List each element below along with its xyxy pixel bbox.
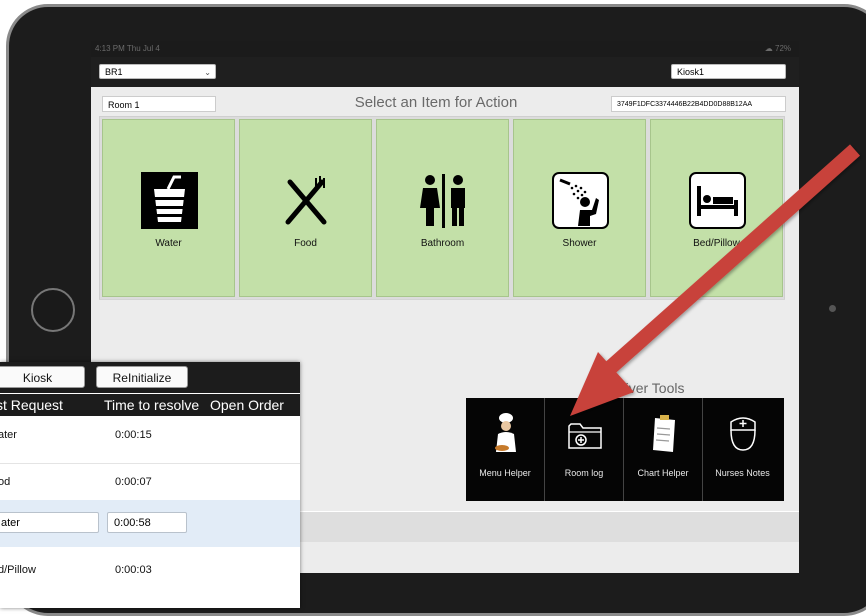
camera-dot [829, 305, 836, 312]
tool-label: Chart Helper [637, 468, 689, 478]
item-tile-water[interactable]: Water [102, 119, 235, 297]
chevron-down-icon: ⌄ [204, 68, 211, 77]
tool-nurses-notes[interactable]: Nurses Notes [703, 398, 782, 501]
room-input[interactable]: Room 1 [102, 96, 216, 112]
area-select[interactable]: BR1 ⌄ [99, 64, 216, 79]
home-button[interactable] [31, 288, 75, 332]
bed-icon [689, 172, 746, 229]
table-row[interactable]: d/Pillow 0:00:03 [0, 550, 300, 597]
column-header-time: Time to resolve [104, 394, 200, 416]
reinitialize-button[interactable]: ReInitialize [96, 366, 188, 388]
top-bar: BR1 ⌄ Kiosk1 [91, 57, 799, 87]
item-label: Shower [562, 238, 597, 249]
row-time: 0:00:15 [115, 429, 152, 441]
item-label: Food [294, 238, 317, 249]
row-time: 0:00:07 [115, 476, 152, 488]
item-label: Bed/Pillow [693, 238, 740, 249]
item-tile-bathroom[interactable]: Bathroom [376, 119, 509, 297]
table-row[interactable]: ater 0:00:15 [0, 416, 300, 463]
row-request-input[interactable]: ater [0, 512, 99, 533]
restroom-icon [420, 174, 465, 228]
item-tile-food[interactable]: Food [239, 119, 372, 297]
tool-chart-helper[interactable]: Chart Helper [624, 398, 703, 501]
item-label: Water [155, 238, 182, 249]
row-request: od [0, 476, 11, 488]
row-request: d/Pillow [0, 564, 36, 576]
request-panel: Kiosk ReInitialize st Request Time to re… [0, 362, 300, 608]
row-time: 0:00:03 [115, 564, 152, 576]
item-label: Bathroom [420, 238, 465, 249]
column-header-open-order: Open Order [210, 394, 284, 416]
clipboard-icon [653, 415, 675, 452]
water-cup-icon [141, 172, 198, 229]
kiosk-name-input[interactable]: Kiosk1 [671, 64, 786, 79]
area-select-value: BR1 [105, 67, 123, 77]
row-time-input[interactable]: 0:00:58 [107, 512, 187, 533]
status-battery: ☁ 72% [764, 44, 791, 53]
tool-menu-helper[interactable]: Menu Helper [466, 398, 545, 501]
page-title: Select an Item for Action [354, 94, 518, 111]
panel-toolbar: Kiosk ReInitialize [0, 362, 300, 393]
table-row-selected[interactable]: ater 0:00:58 [0, 500, 300, 547]
folder-add-icon [568, 423, 602, 449]
tool-label: Menu Helper [479, 468, 531, 478]
caregiver-tools-title: Caregiver Tools [587, 380, 685, 396]
device-id-input[interactable]: 3749F1DFC3374446B22B4DD0D88B12AA [611, 96, 786, 112]
nurse-cap-icon [730, 417, 756, 451]
kiosk-button[interactable]: Kiosk [0, 366, 85, 388]
fork-knife-icon [285, 176, 327, 225]
tool-room-log[interactable]: Room log [545, 398, 624, 501]
item-grid: Water Food Bathroom Shower Bed/Pillow [99, 116, 785, 300]
status-bar: 4:13 PM Thu Jul 4 ☁ 72% [91, 41, 799, 57]
chef-icon [495, 413, 516, 452]
row-request: ater [0, 429, 17, 441]
tool-label: Nurses Notes [715, 468, 770, 478]
item-tile-bed[interactable]: Bed/Pillow [650, 119, 783, 297]
section-divider [99, 299, 785, 300]
caregiver-tools: Menu Helper Room log Chart Helper Nurses… [466, 398, 784, 501]
status-time: 4:13 PM Thu Jul 4 [95, 44, 160, 53]
tool-label: Room log [564, 468, 604, 478]
item-tile-shower[interactable]: Shower [513, 119, 646, 297]
shower-icon [552, 172, 609, 229]
column-header-request: st Request [0, 394, 63, 416]
